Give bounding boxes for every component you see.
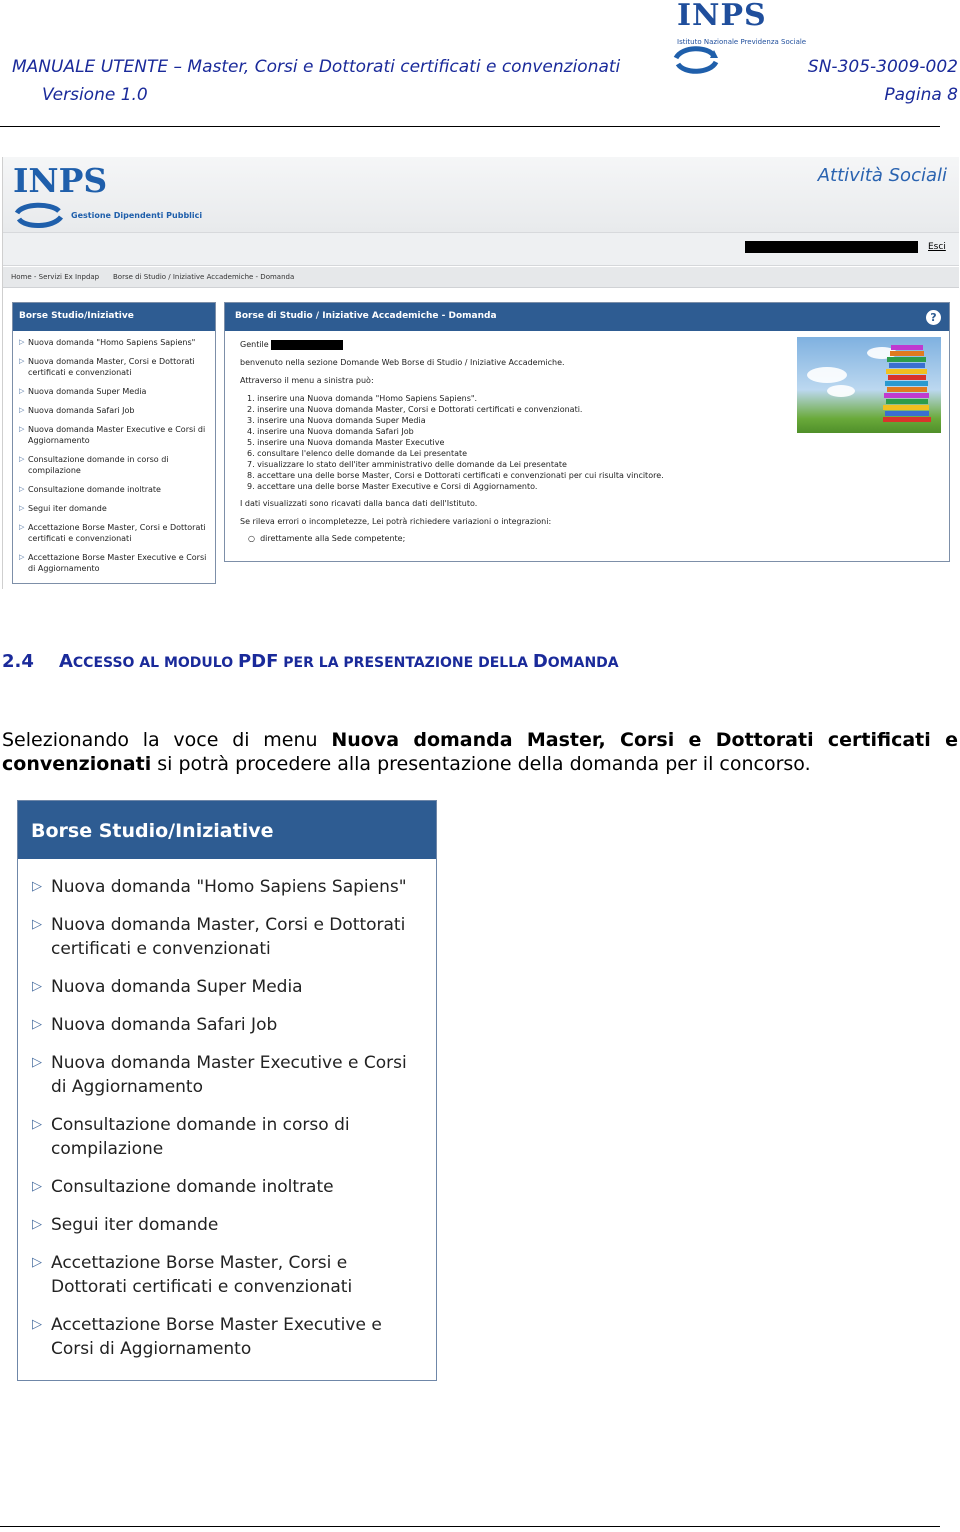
menu-title: Borse Studio/Iniziative [18, 801, 436, 859]
intro-line: Attraverso il menu a sinistra può: [240, 376, 374, 385]
menu-item[interactable]: Nuova domanda Super Media [19, 386, 211, 397]
menu-item[interactable]: Accettazione Borse Master Executive e Co… [32, 1313, 426, 1361]
data-note: I dati visualizzati sono ricavati dalla … [240, 499, 478, 508]
menu-item[interactable]: Accettazione Borse Master Executive e Co… [19, 552, 211, 574]
step-item: 6. consultare l'elenco delle domande da … [247, 449, 468, 458]
exit-link[interactable]: Esci [928, 242, 946, 252]
portal-screenshot: INPS Gestione Dipendenti Pubblici Attivi… [2, 157, 959, 589]
menu-item[interactable]: Nuova domanda Safari Job [32, 1013, 426, 1037]
document-header: MANUALE UTENTE – Master, Corsi e Dottora… [0, 0, 960, 130]
menu-item[interactable]: Nuova domanda Safari Job [19, 405, 211, 416]
menu-zoom-screenshot: Borse Studio/Iniziative Nuova domanda "H… [17, 800, 437, 1381]
step-item: 1. inserire una Nuova domanda "Homo Sapi… [247, 394, 478, 403]
inps-swirl-icon [14, 202, 64, 228]
main-content-panel: Borse di Studio / Iniziative Accademiche… [224, 302, 950, 562]
step-item: 2. inserire una Nuova domanda Master, Co… [247, 405, 583, 414]
inps-logo: INPS Istituto Nazionale Previdenza Socia… [672, 0, 806, 80]
instruction-paragraph: Selezionando la voce di menu Nuova doman… [2, 729, 958, 775]
menu-item-master-corsi[interactable]: Nuova domanda Master, Corsi e Dottorati … [32, 913, 426, 961]
portal-banner: INPS Gestione Dipendenti Pubblici Attivi… [3, 157, 959, 233]
left-menu-list: Nuova domanda "Homo Sapiens Sapiens" Nuo… [13, 331, 215, 574]
main-panel-title: Borse di Studio / Iniziative Accademiche… [225, 303, 949, 331]
step-item: 4. inserire una Nuova domanda Safari Job [247, 427, 414, 436]
menu-item[interactable]: Segui iter domande [32, 1213, 426, 1237]
step-item: 8. accettare una delle borse Master, Cor… [247, 471, 664, 480]
menu-item[interactable]: Nuova domanda "Homo Sapiens Sapiens" [19, 337, 211, 348]
document-version: Versione 1.0 [42, 85, 148, 105]
menu-item[interactable]: Consultazione domande in corso di compil… [32, 1113, 426, 1161]
breadcrumb-home[interactable]: Home - Servizi Ex Inpdap [11, 273, 99, 281]
menu-item[interactable]: Consultazione domande inoltrate [32, 1175, 426, 1199]
menu-item[interactable]: Consultazione domande in corso di compil… [19, 454, 211, 476]
menu-item[interactable]: Accettazione Borse Master, Corsi e Dotto… [19, 522, 211, 544]
footer-rule [0, 1526, 940, 1527]
section-banner-title: Attività Sociali [817, 165, 947, 186]
redacted-username [745, 241, 918, 253]
menu-list: Nuova domanda "Homo Sapiens Sapiens" Nuo… [18, 859, 436, 1361]
errors-note: Se rileva errori o incompletezze, Lei po… [240, 517, 552, 526]
books-illustration [797, 337, 941, 433]
header-rule [0, 126, 940, 127]
menu-item[interactable]: Consultazione domande inoltrate [19, 484, 211, 495]
portal-logo: INPS Gestione Dipendenti Pubblici [13, 161, 202, 228]
document-code: SN-305-3009-002 [807, 57, 958, 77]
step-item: 3. inserire una Nuova domanda Super Medi… [247, 416, 426, 425]
step-item: 7. visualizzare lo stato dell'iter ammin… [247, 460, 567, 469]
breadcrumb: Home - Servizi Ex Inpdap Borse di Studio… [3, 267, 959, 288]
menu-item[interactable]: Nuova domanda Master Executive e Corsi d… [19, 424, 211, 446]
page-number: Pagina 8 [884, 85, 958, 105]
option-line: ○ direttamente alla Sede competente; [248, 534, 406, 543]
menu-item[interactable]: Nuova domanda Master Executive e Corsi d… [32, 1051, 426, 1099]
menu-item[interactable]: Nuova domanda Master, Corsi e Dottorati … [19, 356, 211, 378]
menu-item[interactable]: Nuova domanda "Homo Sapiens Sapiens" [32, 875, 426, 899]
step-item: 9. accettare una delle borse Master Exec… [247, 482, 538, 491]
breadcrumb-current[interactable]: Borse di Studio / Iniziative Accademiche… [113, 273, 294, 281]
inps-swirl-icon [673, 46, 719, 74]
left-menu-title: Borse Studio/Iniziative [13, 303, 215, 331]
document-title: MANUALE UTENTE – Master, Corsi e Dottora… [12, 57, 621, 77]
left-menu-panel: Borse Studio/Iniziative Nuova domanda "H… [12, 302, 216, 584]
redacted-name [271, 339, 344, 350]
section-heading: 2.4 ACCESSO AL MODULO PDF PER LA PRESENT… [2, 651, 619, 672]
menu-item[interactable]: Segui iter domande [19, 503, 211, 514]
menu-item[interactable]: Accettazione Borse Master, Corsi e Dotto… [32, 1251, 426, 1299]
step-item: 5. inserire una Nuova domanda Master Exe… [247, 438, 445, 447]
steps-list: 1. inserire una Nuova domanda "Homo Sapi… [240, 393, 664, 492]
welcome-text: Gentile benvenuto nella sezione Domande … [240, 339, 664, 544]
menu-item[interactable]: Nuova domanda Super Media [32, 975, 426, 999]
greeting: Gentile [240, 340, 269, 349]
help-icon[interactable]: ? [926, 310, 941, 325]
welcome-line: benvenuto nella sezione Domande Web Bors… [240, 358, 565, 367]
